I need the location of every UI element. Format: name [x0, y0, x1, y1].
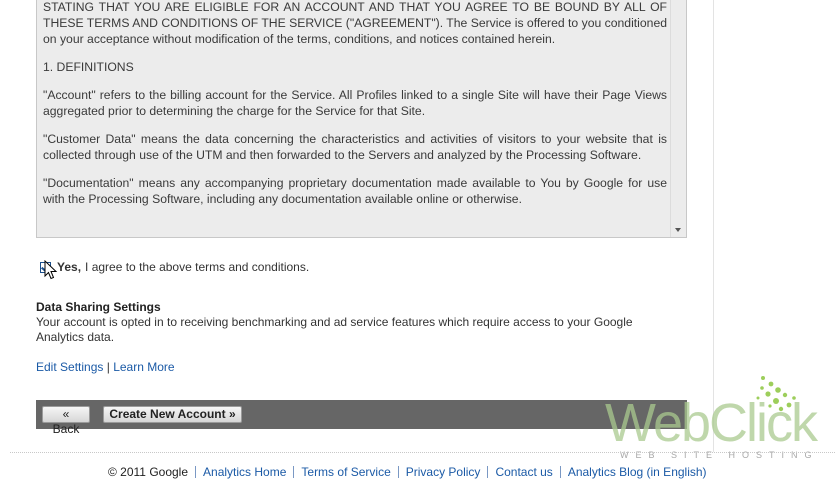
footer-link-contact[interactable]: Contact us — [495, 465, 552, 479]
footer-link-blog[interactable]: Analytics Blog (in English) — [568, 465, 707, 479]
footer: © 2011 Google Analytics Home Terms of Serv… — [108, 465, 707, 479]
agree-yes-label: Yes, — [57, 260, 82, 274]
terms-text: STATING THAT YOU ARE ELIGIBLE FOR AN ACC… — [43, 0, 667, 219]
agree-terms-row[interactable]: Yes, I agree to the above terms and cond… — [40, 259, 309, 275]
footer-divider-bar — [397, 466, 399, 478]
data-sharing-links: Edit Settings | Learn More — [36, 360, 175, 374]
footer-divider-bar — [559, 466, 561, 478]
terms-paragraph-documentation: "Documentation" means any accompanying p… — [43, 176, 667, 206]
data-sharing-title: Data Sharing Settings — [36, 300, 161, 314]
footer-divider-bar — [195, 466, 197, 478]
terms-paragraph-intro: STATING THAT YOU ARE ELIGIBLE FOR AN ACC… — [43, 0, 667, 46]
mouse-pointer-icon — [44, 260, 58, 280]
back-button[interactable]: « Back — [42, 406, 90, 436]
footer-link-privacy[interactable]: Privacy Policy — [406, 465, 481, 479]
terms-paragraph-account: "Account" refers to the billing account … — [43, 88, 667, 118]
footer-copyright: © 2011 Google — [108, 465, 189, 479]
terms-textarea[interactable]: STATING THAT YOU ARE ELIGIBLE FOR AN ACC… — [36, 0, 687, 238]
agree-text: I agree to the above terms and condition… — [85, 260, 310, 274]
data-sharing-description: Your account is opted in to receiving be… — [36, 315, 633, 344]
footer-divider — [10, 452, 835, 453]
terms-scrollbar[interactable] — [670, 0, 686, 237]
footer-link-terms[interactable]: Terms of Service — [301, 465, 390, 479]
scroll-down-arrow-icon[interactable] — [675, 228, 681, 232]
footer-divider-bar — [487, 466, 489, 478]
footer-divider-bar — [293, 466, 295, 478]
webclick-logo: WebClick WEB SITE HOSTING — [605, 376, 821, 460]
learn-more-link[interactable]: Learn More — [113, 360, 174, 374]
logo-wordmark: WebClick — [605, 393, 819, 453]
terms-heading-definitions: 1. DEFINITIONS — [43, 60, 134, 74]
action-bar: « Back Create New Account » — [36, 400, 687, 436]
footer-link-analytics-home[interactable]: Analytics Home — [203, 465, 286, 479]
link-separator: | — [106, 360, 110, 374]
create-new-account-button[interactable]: Create New Account » — [103, 406, 242, 423]
terms-paragraph-customer-data: "Customer Data" means the data concernin… — [43, 132, 667, 162]
edit-settings-link[interactable]: Edit Settings — [36, 360, 103, 374]
